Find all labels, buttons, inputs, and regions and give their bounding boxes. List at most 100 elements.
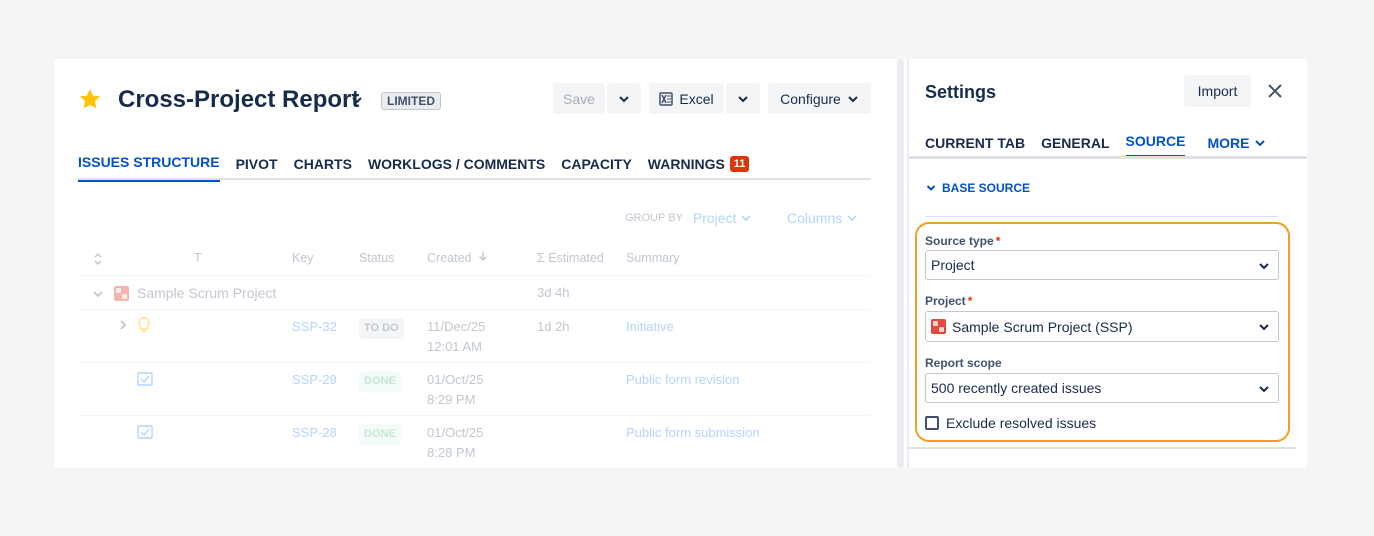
settings-panel: Settings Import CURRENT TAB GENERAL SOUR… [909, 59, 1307, 468]
tab-label: CURRENT TAB [925, 134, 1026, 151]
limited-badge: LIMITED [381, 92, 441, 110]
tab-label: WORKLOGS / COMMENTS [367, 155, 546, 172]
select-value: Project [931, 257, 975, 273]
chevron-down-icon [1259, 386, 1269, 393]
column-header-created[interactable]: Created [427, 251, 488, 265]
tab-source[interactable]: SOURCE [1125, 133, 1186, 158]
chevron-down-icon [1255, 139, 1266, 146]
issue-key[interactable]: SSP-28 [292, 423, 337, 442]
tab-more[interactable]: MORE [1207, 133, 1266, 158]
project-icon [931, 319, 946, 334]
tab-label: GENERAL [1041, 134, 1110, 151]
columns-label: Columns [787, 210, 843, 226]
lightbulb-icon [138, 317, 150, 332]
column-header-status[interactable]: Status [359, 251, 394, 265]
row-divider [78, 275, 871, 276]
chevron-down-icon [1259, 263, 1269, 270]
configure-button[interactable]: Configure [768, 83, 871, 114]
settings-tabs: CURRENT TAB GENERAL SOURCE MORE [925, 133, 1266, 158]
required-mark: * [995, 234, 1001, 248]
column-header-estimated[interactable]: Σ Estimated [537, 251, 604, 265]
chevron-down-icon [847, 215, 857, 222]
tab-label: ISSUES STRUCTURE [78, 154, 220, 170]
scrollbar[interactable] [897, 59, 904, 468]
column-header-type[interactable]: T [194, 251, 202, 265]
column-header-summary[interactable]: Summary [626, 251, 679, 265]
base-source-toggle[interactable]: BASE SOURCE [926, 181, 1030, 195]
created-date: 01/Oct/25 [427, 425, 484, 440]
panel-bottom-divider [909, 447, 1296, 449]
chevron-down-icon [619, 95, 629, 102]
task-icon [137, 425, 153, 439]
configure-label: Configure [780, 90, 841, 107]
excel-button[interactable]: Excel [649, 83, 724, 114]
source-type-select[interactable]: Project [925, 250, 1279, 280]
save-button[interactable]: Save [553, 83, 605, 114]
issue-key[interactable]: SSP-29 [292, 370, 337, 389]
project-select[interactable]: Sample Scrum Project (SSP) [925, 311, 1279, 342]
project-label: Project * [925, 294, 972, 308]
summary-link[interactable]: Initiative [626, 317, 674, 336]
exclude-resolved-option[interactable]: Exclude resolved issues [925, 415, 1096, 431]
chevron-right-icon[interactable] [118, 319, 128, 331]
tab-general[interactable]: GENERAL [1041, 133, 1109, 158]
status-badge: DONE [359, 424, 401, 445]
tab-label: MORE [1207, 134, 1250, 151]
chevron-down-icon [1259, 324, 1269, 331]
status-badge: TO DO [359, 318, 404, 339]
created-date: 01/Oct/25 [427, 372, 484, 387]
tab-label: CAPACITY [561, 155, 632, 172]
label-text: Source type [925, 234, 994, 248]
group-by-value: Project [692, 210, 737, 226]
chevron-down-icon[interactable] [92, 288, 104, 300]
estimated: 1d 2h [537, 319, 570, 334]
summary-link[interactable]: Public form submission [626, 423, 760, 442]
issue-key[interactable]: SSP-32 [292, 317, 337, 336]
created-time: 12:01 AM [427, 339, 482, 354]
import-button[interactable]: Import [1184, 75, 1251, 107]
chevron-down-icon [741, 215, 752, 222]
created-time: 8:29 PM [427, 392, 476, 407]
page-title: Cross-Project Report [118, 86, 360, 113]
task-icon [137, 372, 153, 386]
created-time: 8:28 PM [427, 445, 476, 460]
summary-link[interactable]: Public form revision [626, 370, 739, 389]
group-name[interactable]: Sample Scrum Project [137, 284, 276, 303]
settings-tabs-divider [909, 156, 1307, 159]
report-scope-select[interactable]: 500 recently created issues [925, 373, 1279, 403]
group-by-control[interactable]: GROUP BY Project [625, 210, 752, 226]
close-icon[interactable] [1266, 82, 1284, 100]
created-date: 11/Dec/25 [427, 319, 486, 334]
section-label: BASE SOURCE [942, 181, 1031, 195]
excel-dropdown-button[interactable] [726, 83, 760, 114]
report-scope-label: Report scope [925, 356, 1002, 370]
column-header-key[interactable]: Key [292, 251, 314, 265]
save-dropdown-button[interactable] [607, 83, 641, 114]
chevron-down-icon[interactable] [350, 93, 364, 107]
tab-current-tab[interactable]: CURRENT TAB [925, 133, 1025, 158]
select-value: 500 recently created issues [931, 380, 1102, 396]
section-divider [925, 216, 1279, 217]
tab-label: CHARTS [293, 155, 352, 172]
group-by-label: GROUP BY [625, 212, 683, 224]
status-badge: DONE [359, 371, 401, 392]
report-panel: Cross-Project Report LIMITED Save Excel … [54, 59, 899, 468]
tab-label: WARNINGS [647, 155, 725, 172]
source-type-label: Source type * [925, 234, 1000, 248]
star-icon[interactable] [78, 87, 102, 111]
required-mark: * [967, 294, 973, 308]
group-estimated: 3d 4h [537, 285, 570, 300]
tab-label: SOURCE [1125, 133, 1186, 149]
checkbox-label: Exclude resolved issues [946, 415, 1097, 431]
excel-label: Excel [679, 90, 714, 107]
exclude-resolved-checkbox[interactable] [925, 416, 939, 430]
label-text: Report scope [925, 356, 1002, 370]
select-value: Sample Scrum Project (SSP) [952, 318, 1133, 335]
label-text: Project [925, 294, 966, 308]
sort-icon[interactable] [93, 252, 103, 266]
chevron-down-icon [926, 185, 936, 191]
columns-control[interactable]: Columns [787, 210, 858, 226]
warnings-count-badge: 11 [729, 155, 750, 172]
chevron-down-icon [848, 95, 858, 102]
tab-label: PIVOT [235, 155, 278, 172]
